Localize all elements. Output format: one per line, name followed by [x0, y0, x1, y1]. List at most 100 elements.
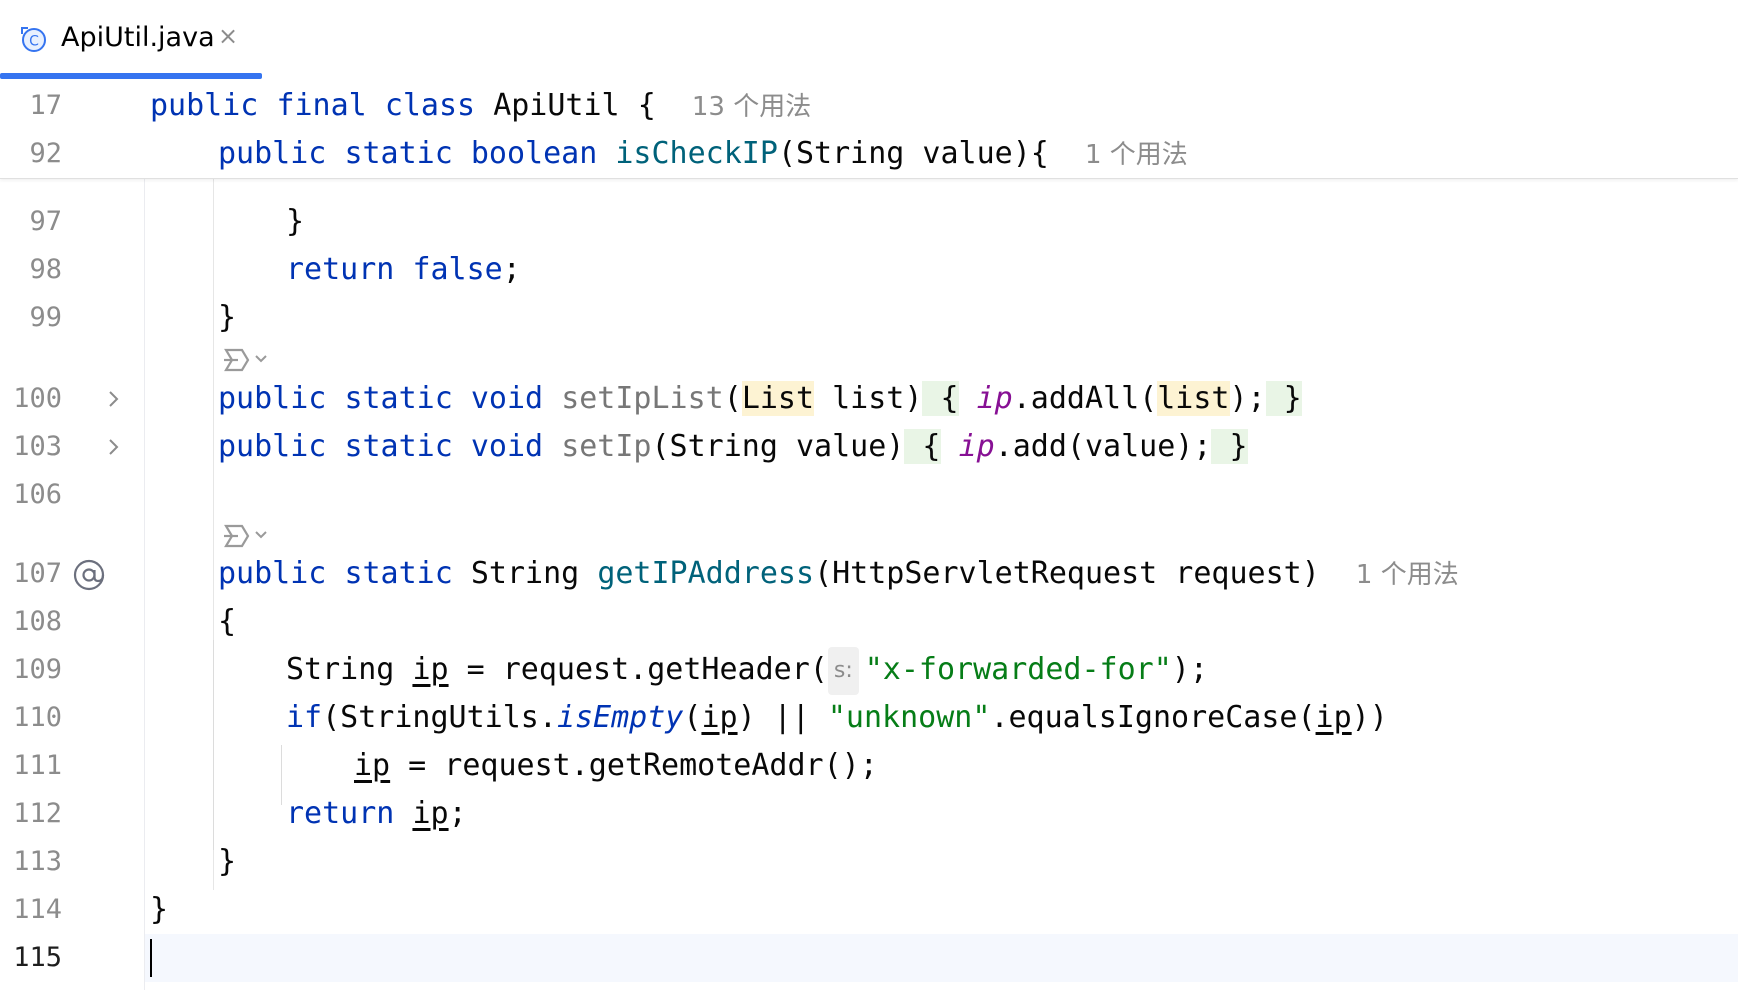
semicolon: ; [448, 796, 467, 831]
line-number: 114 [13, 894, 62, 925]
chevron-right-icon[interactable] [106, 387, 122, 411]
code-line-113[interactable]: 113 } [0, 838, 1738, 886]
method-name: isCheckIP [615, 136, 778, 171]
code-text: public static void setIpList(List list) … [218, 375, 1302, 423]
line-number: 92 [29, 138, 62, 169]
call-end: ); [1229, 381, 1266, 416]
close-icon[interactable]: × [218, 22, 238, 50]
keyword: static [344, 556, 453, 591]
usages-hint[interactable]: 13 个用法 [692, 92, 811, 122]
params: (String value) [651, 429, 905, 464]
code-line-99[interactable]: 99 } [0, 294, 1738, 342]
expr: (StringUtils. [322, 700, 557, 735]
code-line-111[interactable]: 111 ip = request.getRemoteAddr(); [0, 742, 1738, 790]
usages-hint[interactable]: 1 个用法 [1356, 560, 1459, 590]
code-text: ip = request.getRemoteAddr(); [354, 742, 878, 790]
keyword: return [286, 796, 395, 831]
code-line-114[interactable]: 114 } [0, 886, 1738, 934]
active-tab-indicator [0, 73, 262, 79]
keyword: class [384, 88, 476, 123]
line-number: 100 [13, 383, 62, 414]
params: (String value){ [777, 136, 1049, 171]
code-text: public static boolean isCheckIP(String v… [218, 130, 1188, 179]
line-number: 110 [13, 702, 62, 733]
sticky-line-92[interactable]: 92 public static boolean isCheckIP(Strin… [0, 130, 1738, 178]
call-end: ); [1171, 652, 1208, 687]
line-number: 97 [29, 206, 62, 237]
line-number: 113 [13, 846, 62, 877]
tab-label: ApiUtil.java [61, 22, 215, 53]
code-text: return false; [286, 246, 521, 294]
params: (HttpServletRequest request) [814, 556, 1320, 591]
code-text: if(StringUtils.isEmpty(ip) || "unknown".… [286, 694, 1388, 742]
method-name: getIPAddress [597, 556, 815, 591]
line-number: 109 [13, 654, 62, 685]
code-editor[interactable]: 17 public final class ApiUtil { 13 个用法 9… [0, 80, 1738, 990]
code-text: { [218, 604, 237, 639]
expr: = request.getRemoteAddr(); [390, 748, 878, 783]
folded-brace[interactable]: } [1265, 381, 1302, 416]
ai-assistant-icon[interactable] [220, 520, 270, 550]
code-line-109[interactable]: 109 String ip = request.getHeader(s: "x-f… [0, 646, 1738, 695]
code-text: } [150, 892, 169, 927]
string-literal: "x-forwarded-for" [864, 652, 1172, 687]
parameter-hint: s: [827, 647, 859, 695]
editor-tab-bar: C ApiUtil.java × [0, 0, 1738, 81]
keyword: static [344, 136, 453, 171]
keyword: boolean [470, 136, 598, 171]
code-line-115[interactable]: 115 [0, 934, 1738, 982]
chevron-right-icon[interactable] [106, 435, 122, 459]
code-line-98[interactable]: 98 return false; [0, 246, 1738, 294]
method-call: .equalsIgnoreCase( [990, 700, 1316, 735]
keyword: public [150, 88, 259, 123]
code-line-110[interactable]: 110 if(StringUtils.isEmpty(ip) || "unkno… [0, 694, 1738, 742]
keyword: return [286, 252, 395, 287]
code-line-106[interactable]: 106 [0, 471, 1738, 519]
sticky-scroll-header[interactable]: 17 public final class ApiUtil { 13 个用法 9… [0, 80, 1738, 179]
text-caret [150, 939, 152, 977]
folded-brace[interactable]: { [922, 381, 959, 416]
paren: ( [723, 381, 742, 416]
paren: ) [904, 381, 923, 416]
java-class-icon: C [21, 27, 46, 52]
operator: ) || [737, 700, 828, 735]
field-ip: ip [976, 381, 1013, 416]
code-line-107[interactable]: 107 public static String getIPAddress(Ht… [0, 550, 1738, 598]
code-text: } [218, 844, 237, 879]
code-line-108[interactable]: 108 { [0, 598, 1738, 646]
sticky-line-17[interactable]: 17 public final class ApiUtil { 13 个用法 [0, 82, 1738, 130]
svg-text:C: C [29, 34, 39, 50]
code-line-112[interactable]: 112 return ip; [0, 790, 1738, 838]
tab-apiutil-java[interactable]: C ApiUtil.java × [0, 0, 262, 80]
at-sign-icon[interactable] [72, 558, 106, 592]
return-type: String [470, 556, 580, 591]
keyword: void [470, 429, 544, 464]
code-line-100[interactable]: 100 public static void setIpList(List li… [0, 375, 1738, 423]
usages-hint[interactable]: 1 个用法 [1085, 140, 1188, 170]
folded-brace[interactable]: } [1211, 429, 1248, 464]
variable-ip: ip [701, 700, 738, 735]
paren: ( [683, 700, 702, 735]
method-name: setIpList [561, 381, 724, 416]
line-number: 99 [29, 302, 62, 333]
expr: = request.getHeader( [448, 652, 828, 687]
keyword: false [412, 252, 503, 287]
keyword: public [218, 136, 327, 171]
type-name: List [741, 381, 815, 416]
folded-brace[interactable]: { [904, 429, 941, 464]
code-text: String ip = request.getHeader(s: "x-forwa… [286, 646, 1208, 695]
code-text: public static void setIp(String value) {… [218, 423, 1248, 471]
ai-assistant-icon[interactable] [220, 344, 270, 374]
keyword: static [344, 381, 453, 416]
code-text: return ip; [286, 790, 467, 838]
class-name: ApiUtil [493, 88, 620, 123]
line-number: 106 [13, 479, 62, 510]
line-number: 98 [29, 254, 62, 285]
param-name: list [814, 381, 905, 416]
brace: { [637, 88, 656, 123]
code-line-103[interactable]: 103 public static void setIp(String valu… [0, 423, 1738, 471]
method-call: .addAll( [1012, 381, 1158, 416]
code-line-97[interactable]: 97 } [0, 198, 1738, 246]
type-name: String [286, 652, 395, 687]
method-call: .add(value); [994, 429, 1212, 464]
